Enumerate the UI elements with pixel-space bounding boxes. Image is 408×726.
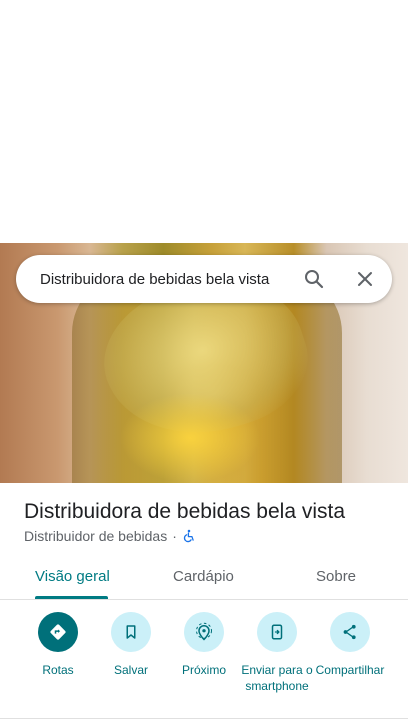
nearby-label: Próximo	[181, 663, 226, 677]
bottom-divider	[0, 718, 408, 719]
send-to-phone-icon	[257, 612, 297, 652]
search-icon[interactable]	[302, 267, 326, 291]
place-subtitle: Distribuidor de bebidas ·	[24, 528, 196, 544]
close-icon[interactable]	[353, 267, 377, 291]
tab-about[interactable]: Sobre	[316, 568, 356, 585]
search-bar[interactable]: Distribuidora de bebidas bela vista	[16, 255, 392, 303]
share-icon	[330, 612, 370, 652]
separator-dot: ·	[172, 528, 177, 544]
save-button[interactable]: Salvar	[91, 612, 171, 678]
send-to-phone-button[interactable]: Enviar para o smartphone	[237, 612, 317, 694]
tab-overview[interactable]: Visão geral	[35, 568, 110, 585]
directions-icon	[38, 612, 78, 652]
place-title: Distribuidora de bebidas bela vista	[24, 500, 346, 523]
wheelchair-accessible-icon	[182, 529, 196, 543]
directions-button[interactable]: Rotas	[18, 612, 98, 678]
share-button[interactable]: Compartilhar	[310, 612, 390, 678]
tab-bar: Visão geral Cardápio Sobre	[0, 558, 408, 600]
send-to-phone-label: Enviar para o smartphone	[241, 663, 313, 693]
photo-glow	[120, 393, 260, 483]
share-label: Compartilhar	[315, 663, 385, 677]
save-label: Salvar	[113, 663, 148, 677]
tabs-divider	[0, 599, 408, 600]
search-query[interactable]: Distribuidora de bebidas bela vista	[40, 271, 269, 288]
nearby-icon	[184, 612, 224, 652]
map-area	[0, 0, 408, 243]
directions-label: Rotas	[42, 663, 74, 677]
nearby-button[interactable]: Próximo	[164, 612, 244, 678]
place-category[interactable]: Distribuidor de bebidas	[24, 528, 167, 544]
action-buttons: Rotas Salvar Próximo Enviar para o smart…	[0, 612, 408, 712]
bookmark-icon	[111, 612, 151, 652]
tab-menu[interactable]: Cardápio	[173, 568, 234, 585]
